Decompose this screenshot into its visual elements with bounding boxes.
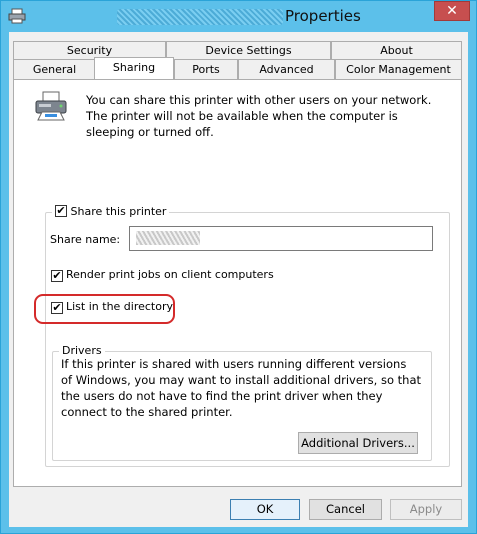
render-jobs-checkbox[interactable]: ✔: [51, 270, 63, 282]
list-directory-checkbox[interactable]: ✔: [51, 302, 63, 314]
obscured-share-name: [136, 231, 200, 245]
share-name-label: Share name:: [50, 233, 121, 246]
sharing-tab-panel: You can share this printer with other us…: [13, 79, 462, 487]
ok-button[interactable]: OK: [230, 499, 300, 520]
list-directory-label: List in the directory: [66, 300, 174, 313]
tab-sharing[interactable]: Sharing: [94, 57, 174, 79]
render-jobs-label: Render print jobs on client computers: [66, 268, 274, 281]
properties-window: Properties ✕ Security Device Settings Ab…: [0, 0, 477, 534]
sharing-intro-text: You can share this printer with other us…: [86, 93, 432, 139]
tab-about[interactable]: About: [331, 41, 462, 59]
printer-title-icon: [8, 8, 26, 24]
tab-advanced[interactable]: Advanced: [238, 59, 335, 79]
drivers-groupbox: Drivers If this printer is shared with u…: [52, 344, 432, 461]
title-bar[interactable]: Properties ✕: [1, 1, 476, 32]
tab-ports[interactable]: Ports: [174, 59, 238, 79]
share-groupbox: ✔ Share this printer Share name: ✔ Rende…: [34, 205, 450, 467]
window-title: Properties: [285, 7, 361, 25]
tab-device-settings[interactable]: Device Settings: [166, 41, 331, 59]
tab-general[interactable]: General: [13, 59, 96, 79]
apply-button[interactable]: Apply: [390, 499, 462, 520]
share-name-input[interactable]: [129, 226, 433, 251]
close-button[interactable]: ✕: [434, 1, 470, 21]
obscured-printer-name: [117, 9, 283, 25]
drivers-description: If this printer is shared with users run…: [61, 357, 422, 419]
additional-drivers-button[interactable]: Additional Drivers...: [298, 432, 418, 454]
cancel-button[interactable]: Cancel: [309, 499, 382, 520]
share-printer-checkbox[interactable]: ✔: [55, 205, 67, 217]
dialog-client: Security Device Settings About General S…: [9, 32, 468, 527]
tab-color-management[interactable]: Color Management: [335, 59, 462, 79]
printer-icon: [35, 91, 67, 121]
share-printer-label: Share this printer: [70, 205, 167, 218]
share-printer-header: ✔ Share this printer: [52, 205, 170, 219]
